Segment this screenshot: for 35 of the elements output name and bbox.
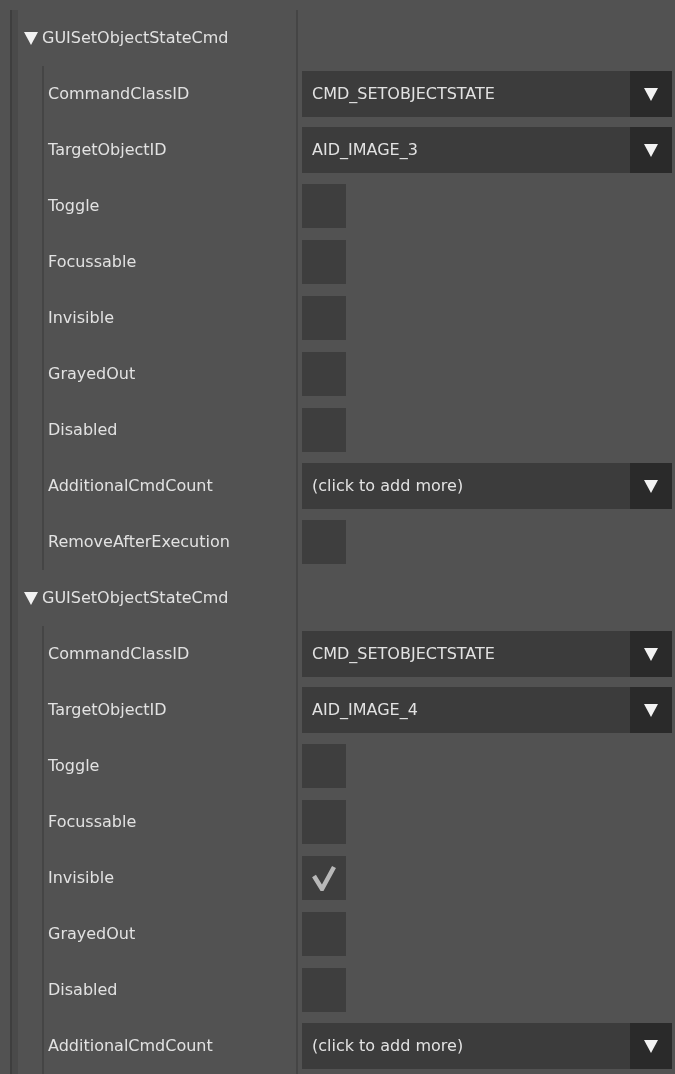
property-label: Focussable [48,251,137,273]
dropdown-arrow-icon [644,703,658,717]
dropdown[interactable]: AID_IMAGE_4 [302,687,672,733]
dropdown-arrow-icon [644,87,658,101]
dropdown[interactable]: CMD_SETOBJECTSTATE [302,631,672,677]
property-label: GrayedOut [48,923,136,945]
checkbox[interactable] [302,856,346,900]
expand-arrow-icon[interactable] [24,31,38,45]
property-label: CommandClassID [48,83,190,105]
property-label: Toggle [48,195,100,217]
property-label: AdditionalCmdCount [48,1035,213,1057]
dropdown-arrow-icon [644,143,658,157]
dropdown-arrow-icon [644,479,658,493]
dropdown-arrow-icon [644,647,658,661]
property-label: Disabled [48,979,118,1001]
dropdown[interactable]: CMD_SETOBJECTSTATE [302,71,672,117]
dropdown[interactable]: (click to add more) [302,1023,672,1069]
expand-arrow-icon[interactable] [24,591,38,605]
group-title: GUISetObjectStateCmd [42,27,229,49]
property-label: RemoveAfterExecution [48,531,230,553]
property-label: Focussable [48,811,137,833]
property-label: GrayedOut [48,363,136,385]
checkmark-icon [312,865,336,891]
property-label: AdditionalCmdCount [48,475,213,497]
dropdown[interactable]: AID_IMAGE_3 [302,127,672,173]
property-label: TargetObjectID [48,699,167,721]
group-title: GUISetObjectStateCmd [42,587,229,609]
property-label: Invisible [48,867,114,889]
dropdown[interactable]: (click to add more) [302,463,672,509]
dropdown-arrow-icon [644,1039,658,1053]
property-label: TargetObjectID [48,139,167,161]
property-label: Toggle [48,755,100,777]
property-label: Disabled [48,419,118,441]
property-label: Invisible [48,307,114,329]
property-label: CommandClassID [48,643,190,665]
